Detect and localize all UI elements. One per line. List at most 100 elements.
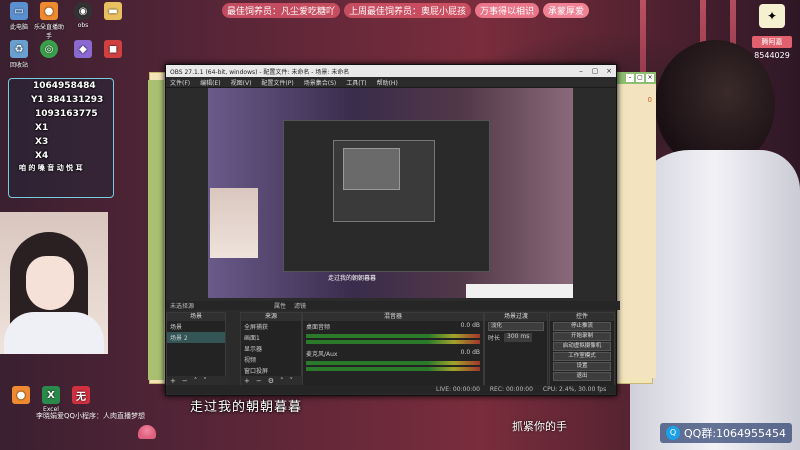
menu-scene-collection[interactable]: 场景集合(S) [304, 78, 337, 87]
transitions-dock: 场景过渡 淡化 时长 300 ms [484, 312, 548, 386]
mushroom-icon [138, 425, 156, 439]
obs-source-toolbar: 未选择源 属性 滤镜 [166, 301, 620, 310]
down-icon[interactable]: ˅ [203, 377, 207, 385]
desktop-icon-chrome[interactable]: ◎ [32, 40, 66, 60]
desktop-icon-ledo[interactable]: ● 乐朵直播助手 [32, 2, 66, 40]
source-item[interactable]: 视频 [241, 354, 301, 365]
exit-button[interactable]: 退出 [553, 372, 611, 381]
menu-file[interactable]: 文件(F) [170, 78, 190, 87]
background-window-strip [148, 80, 164, 380]
transitions-header: 场景过渡 [485, 313, 547, 321]
obs-title: OBS 27.1.1 (64-bit, windows) - 配置文件: 未命名… [170, 68, 350, 76]
obs-menubar: 文件(F) 编辑(E) 视图(V) 配置文件(P) 场景集合(S) 工具(T) … [166, 77, 616, 88]
transition-duration: 时长 300 ms [485, 332, 547, 343]
excel-icon: X [42, 386, 60, 404]
live-time: LIVE: 00:00:00 [436, 386, 480, 393]
anchor-name: 腾阿嘉 [752, 36, 792, 48]
menu-edit[interactable]: 编辑(E) [200, 78, 220, 87]
obs-window: OBS 27.1.1 (64-bit, windows) - 配置文件: 未命名… [165, 64, 620, 396]
start-recording-button[interactable]: 开始录制 [553, 332, 611, 341]
menu-profile[interactable]: 配置文件(P) [261, 78, 293, 87]
banner-best-feeder: 最佳饲养员：凡尘爱吃糖吖 [222, 3, 341, 18]
desktop-icon-wu[interactable]: 无 [64, 386, 98, 406]
menu-tools[interactable]: 工具(T) [346, 78, 366, 87]
desktop-icon-obs[interactable]: ◉ obs [66, 2, 100, 29]
minimize-icon[interactable]: – [626, 74, 634, 82]
rec-time: REC: 00:00:00 [489, 386, 533, 393]
top-banner: 最佳饲养员：凡尘爱吃糖吖 上周最佳饲养员：奥屁小屁孩 万事得以相识 承蒙厚爱 [222, 2, 590, 19]
sources-header: 来源 [241, 313, 301, 321]
source-item[interactable]: 画面1 [241, 332, 301, 343]
desktop-icon-ledo-bottom[interactable]: ● [4, 386, 38, 406]
webcam-face [26, 256, 74, 310]
volume-meter [306, 361, 480, 365]
close-icon[interactable]: × [646, 74, 654, 82]
menu-help[interactable]: 帮助(H) [377, 78, 398, 87]
stop-streaming-button[interactable]: 停止推流 [553, 322, 611, 331]
source-item[interactable]: 全屏捕获 [241, 321, 301, 332]
add-icon[interactable]: + [170, 377, 176, 385]
desktop-icon-recycle[interactable]: ♻ 回收站 [2, 40, 36, 69]
qq-group-text: QQ群:1064955454 [684, 427, 787, 440]
volume-meter [306, 340, 480, 344]
computer-icon: ▭ [10, 2, 28, 20]
banner-thanks: 承蒙厚爱 [543, 3, 590, 18]
webcam-feed [0, 212, 108, 354]
red-app-icon: ◼ [104, 40, 122, 58]
desktop-caption: 李晓娟爱QQ小程序：人肉直播梦想 [36, 412, 146, 420]
properties-button[interactable]: 属性 [274, 301, 286, 310]
remove-icon[interactable]: − [256, 377, 262, 385]
obs-icon: ◉ [74, 2, 92, 20]
app-icon: ◆ [74, 40, 92, 58]
desktop-icon-folder[interactable]: ▬ [96, 2, 130, 22]
nested-obs-window-3 [343, 148, 400, 190]
preview-subtitle: 走过我的朝朝暮暮 [328, 275, 377, 282]
controls-header: 控件 [550, 313, 614, 321]
anchor-badge: ✦ 腾阿嘉 8544029 [752, 4, 792, 60]
maximize-button[interactable]: ▢ [588, 67, 602, 75]
source-item[interactable]: 窗口投屏 [241, 365, 301, 376]
desktop-icon-red-app[interactable]: ◼ [96, 40, 130, 60]
qq-group-banner: Q QQ群:1064955454 [660, 423, 793, 443]
audio-mixer-dock: 混音器 桌面音频 0.0 dB 麦克风/Aux 0.0 dB [302, 312, 484, 386]
source-item[interactable]: 显示器 [241, 343, 301, 354]
controls-dock: 控件 停止推流 开始录制 启动虚拟摄像机 工作室模式 设置 退出 [549, 312, 615, 386]
settings-button[interactable]: 设置 [553, 362, 611, 371]
up-icon[interactable]: ˄ [280, 377, 284, 385]
gear-icon[interactable]: ⚙ [268, 377, 274, 385]
up-icon[interactable]: ˄ [194, 377, 198, 385]
banner-greeting: 万事得以相识 [475, 3, 540, 18]
volume-meter [306, 367, 480, 371]
obs-titlebar: OBS 27.1.1 (64-bit, windows) - 配置文件: 未命名… [166, 65, 616, 77]
orange-app-icon: ● [12, 386, 30, 404]
orange-app-icon: ● [40, 2, 58, 20]
lyric-subtitle-right: 抓紧你的手 [512, 420, 567, 433]
down-icon[interactable]: ˅ [290, 377, 294, 385]
obs-preview[interactable]: 走过我的朝朝暮暮 [208, 88, 573, 298]
desktop-icon-computer[interactable]: ▭ 此电脑 [2, 2, 36, 31]
transition-select[interactable]: 淡化 [488, 322, 544, 331]
duration-input[interactable]: 300 ms [504, 333, 533, 342]
wu-app-icon: 无 [72, 386, 90, 404]
scene-item[interactable]: 场景 [167, 321, 225, 332]
desktop-icon-excel[interactable]: X Excel [34, 386, 68, 413]
chrome-icon: ◎ [40, 40, 58, 58]
close-button[interactable]: × [602, 67, 616, 75]
menu-view[interactable]: 视图(V) [231, 78, 252, 87]
side-panel-titlebar: – ▢ × [616, 72, 656, 84]
no-source-selected: 未选择源 [170, 303, 195, 310]
mixer-track: 桌面音频 0.0 dB [306, 322, 480, 331]
remove-icon[interactable]: − [182, 377, 188, 385]
studio-mode-button[interactable]: 工作室模式 [553, 352, 611, 361]
scene-item[interactable]: 场景 2 [167, 332, 225, 343]
desktop-icon-app[interactable]: ◆ [66, 40, 100, 60]
add-icon[interactable]: + [244, 377, 250, 385]
minimize-button[interactable]: – [574, 67, 588, 75]
filters-button[interactable]: 滤镜 [294, 301, 306, 310]
mixer-header: 混音器 [303, 313, 483, 321]
obs-statusbar: LIVE: 00:00:00 REC: 00:00:00 CPU: 2.4%, … [166, 385, 616, 394]
webcam-body [4, 312, 104, 354]
virtual-camera-button[interactable]: 启动虚拟摄像机 [553, 342, 611, 351]
sources-dock: 来源 全屏捕获 画面1 显示器 视频 窗口投屏 + − ⚙ ˄ ˅ [240, 312, 304, 386]
maximize-icon[interactable]: ▢ [636, 74, 644, 82]
